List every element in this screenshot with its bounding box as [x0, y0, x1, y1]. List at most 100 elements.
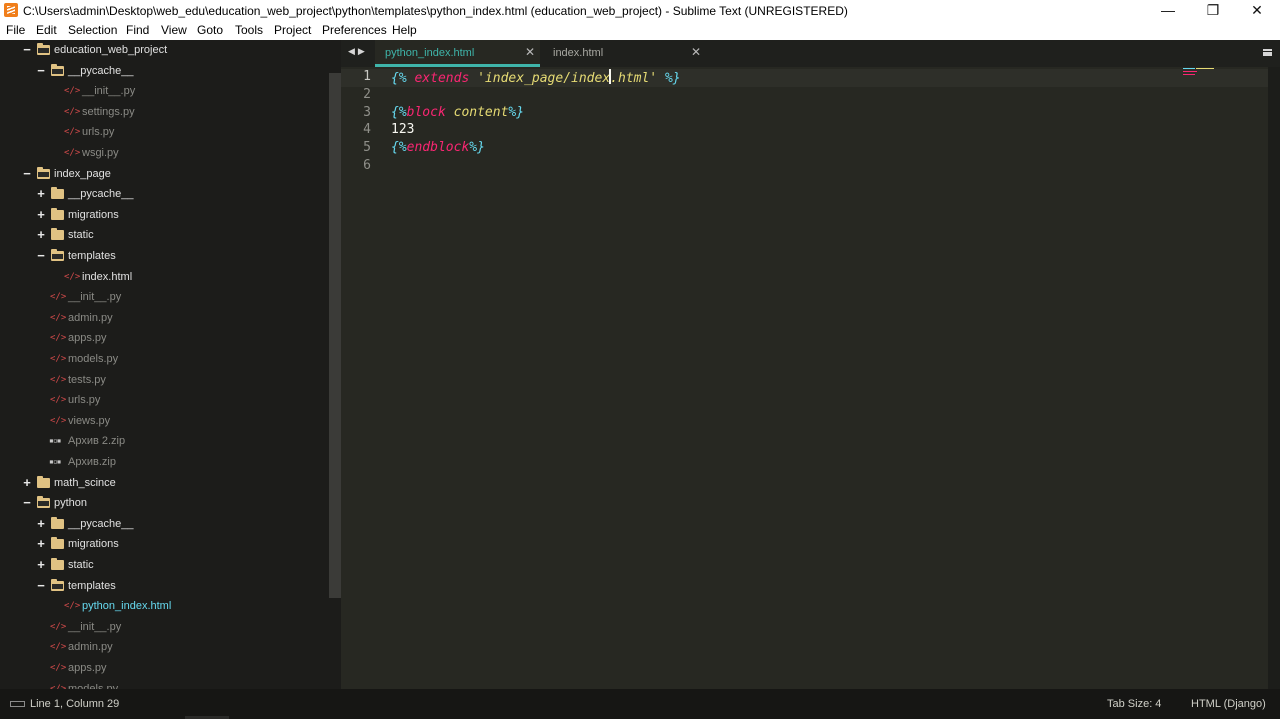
- sidebar-item-label: models.py: [68, 353, 119, 365]
- tab-close-icon[interactable]: ✕: [525, 45, 535, 59]
- sidebar-folder[interactable]: − education_web_project: [0, 40, 329, 60]
- sidebar-item-label: python_index.html: [82, 600, 172, 613]
- collapse-icon[interactable]: −: [35, 576, 47, 596]
- code-token: %}: [664, 71, 681, 86]
- sidebar-file[interactable]: ▪▫▪ Архив 2.zip: [0, 431, 329, 451]
- expand-icon[interactable]: +: [35, 225, 47, 245]
- sidebar-file[interactable]: </> settings.py: [0, 102, 329, 122]
- tab-size-selector[interactable]: Tab Size: 4: [1107, 698, 1161, 710]
- menu-find[interactable]: Find: [126, 23, 149, 37]
- code-file-icon: </>: [50, 374, 67, 385]
- editor-scrollbar[interactable]: [1268, 67, 1280, 689]
- sidebar-item-label: templates: [68, 579, 116, 592]
- sidebar-folder[interactable]: − index_page: [0, 164, 329, 184]
- sidebar-file[interactable]: </> models.py: [0, 679, 329, 689]
- sidebar-folder[interactable]: − python: [0, 493, 329, 513]
- code-token: 'index_page/index: [477, 71, 611, 86]
- sidebar-file[interactable]: </> apps.py: [0, 658, 329, 678]
- tab-close-icon[interactable]: ✕: [691, 45, 701, 59]
- code-line[interactable]: 123: [391, 122, 414, 137]
- sidebar-file[interactable]: </> apps.py: [0, 328, 329, 348]
- sidebar-folder[interactable]: − __pycache__: [0, 61, 329, 81]
- menu-file[interactable]: File: [6, 23, 25, 37]
- sidebar-folder[interactable]: − templates: [0, 576, 329, 596]
- sidebar-folder[interactable]: + __pycache__: [0, 514, 329, 534]
- menu-edit[interactable]: Edit: [36, 23, 57, 37]
- collapse-icon[interactable]: −: [35, 246, 47, 266]
- code-file-icon: </>: [50, 621, 67, 632]
- menu-goto[interactable]: Goto: [197, 23, 223, 37]
- code-line[interactable]: {%block content%}: [391, 105, 524, 120]
- sidebar-item-label: migrations: [68, 208, 119, 221]
- sidebar-file[interactable]: </> urls.py: [0, 390, 329, 410]
- sidebar-file[interactable]: ▪▫▪ Архив.zip: [0, 452, 329, 472]
- sidebar-item-label: urls.py: [68, 394, 101, 407]
- sidebar-file[interactable]: </> views.py: [0, 411, 329, 431]
- tab-label: python_index.html: [385, 47, 475, 59]
- minimize-button[interactable]: —: [1145, 0, 1191, 21]
- code-file-icon: </>: [50, 415, 67, 426]
- sidebar-file[interactable]: </> python_index.html: [0, 596, 329, 616]
- tab-index[interactable]: index.html ✕: [540, 40, 705, 67]
- sidebar-folder[interactable]: + migrations: [0, 534, 329, 554]
- sidebar-file[interactable]: </> __init__.py: [0, 287, 329, 307]
- close-window-button[interactable]: ✕: [1234, 0, 1280, 21]
- sidebar-folder[interactable]: + static: [0, 555, 329, 575]
- maximize-button[interactable]: ❐: [1190, 0, 1236, 21]
- menu-tools[interactable]: Tools: [235, 23, 263, 37]
- sidebar-file[interactable]: </> __init__.py: [0, 617, 329, 637]
- expand-icon[interactable]: +: [21, 473, 33, 493]
- expand-icon[interactable]: +: [35, 555, 47, 575]
- tab-label: index.html: [553, 47, 604, 59]
- folder-icon: [51, 228, 64, 241]
- archive-icon: ▪▫▪: [49, 436, 61, 446]
- code-file-icon: </>: [50, 683, 67, 689]
- collapse-icon[interactable]: −: [21, 40, 33, 60]
- sidebar-item-label: __init__.py: [68, 620, 122, 633]
- expand-icon[interactable]: +: [35, 205, 47, 225]
- code-line[interactable]: {% extends 'index_page/index.html' %}: [391, 69, 681, 86]
- sidebar-folder[interactable]: + migrations: [0, 205, 329, 225]
- panel-switcher-icon[interactable]: [10, 701, 25, 707]
- sidebar-file[interactable]: </> tests.py: [0, 370, 329, 390]
- sidebar-scrollbar[interactable]: [329, 73, 341, 598]
- collapse-icon[interactable]: −: [35, 61, 47, 81]
- tab-nav-arrows-icon[interactable]: ◀▶: [348, 46, 368, 57]
- sidebar-item-label: index_page: [54, 167, 111, 180]
- sidebar-file[interactable]: </> admin.py: [0, 637, 329, 657]
- code-file-icon: </>: [50, 333, 67, 344]
- window-title: C:\Users\admin\Desktop\web_edu\education…: [23, 4, 848, 18]
- code-file-icon: </>: [50, 354, 67, 364]
- code-file-icon: </>: [50, 395, 67, 406]
- cursor-position: Line 1, Column 29: [30, 698, 120, 710]
- sidebar-file[interactable]: </> index.html: [0, 267, 329, 287]
- menu-preferences[interactable]: Preferences: [322, 23, 387, 37]
- sidebar-file[interactable]: </> urls.py: [0, 122, 329, 142]
- expand-icon[interactable]: +: [35, 514, 47, 534]
- sidebar-folder[interactable]: + static: [0, 225, 329, 245]
- line-number: 2: [363, 86, 371, 102]
- sidebar-file[interactable]: </> __init__.py: [0, 81, 329, 101]
- title-bar: C:\Users\admin\Desktop\web_edu\education…: [0, 0, 1280, 21]
- collapse-icon[interactable]: −: [21, 164, 33, 184]
- sidebar-file[interactable]: </> admin.py: [0, 308, 329, 328]
- sidebar-folder[interactable]: + math_scince: [0, 473, 329, 493]
- menu-selection[interactable]: Selection: [68, 23, 117, 37]
- minimap[interactable]: [1183, 68, 1215, 76]
- sidebar-folder[interactable]: + __pycache__: [0, 184, 329, 204]
- code-line[interactable]: {%endblock%}: [391, 140, 485, 155]
- menu-project[interactable]: Project: [274, 23, 311, 37]
- sidebar-file[interactable]: </> wsgi.py: [0, 143, 329, 163]
- code-editor[interactable]: 1 2 3 4 5 6 {% extends 'index_page/index.html'…: [341, 67, 1268, 689]
- tab-python-index[interactable]: python_index.html ✕: [375, 40, 540, 67]
- sidebar-folder[interactable]: − templates: [0, 246, 329, 266]
- syntax-selector[interactable]: HTML (Django): [1191, 698, 1266, 710]
- folder-open-icon: [37, 496, 50, 509]
- collapse-icon[interactable]: −: [21, 493, 33, 513]
- menu-help[interactable]: Help: [392, 23, 417, 37]
- expand-icon[interactable]: +: [35, 534, 47, 554]
- sidebar-file[interactable]: </> models.py: [0, 349, 329, 369]
- hamburger-menu-icon[interactable]: [1263, 49, 1272, 56]
- expand-icon[interactable]: +: [35, 184, 47, 204]
- menu-view[interactable]: View: [161, 23, 187, 37]
